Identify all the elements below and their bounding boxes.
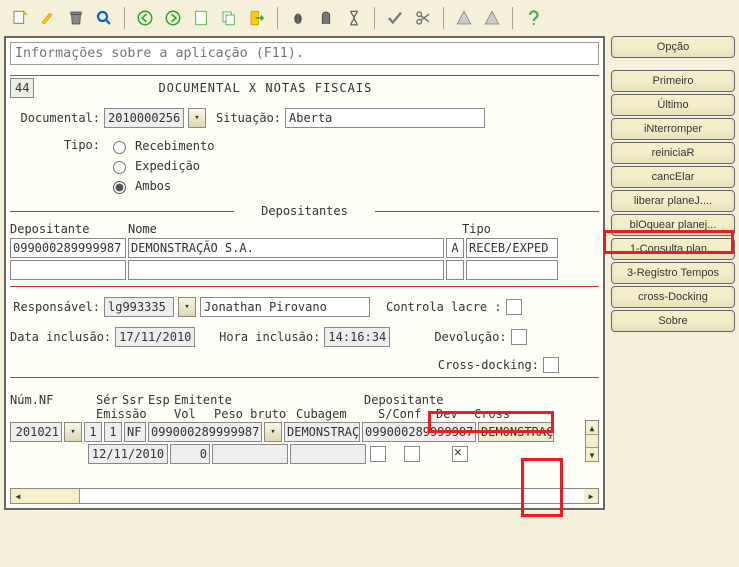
nf-esp[interactable]: NF [124, 422, 146, 442]
nf-dep-nm[interactable]: DEMONSTRAÇ [478, 422, 554, 442]
edit-icon[interactable] [36, 6, 60, 30]
dep-tipo-desc[interactable]: RECEB/EXPED [466, 238, 558, 258]
devolucao-label: Devolução: [434, 330, 506, 344]
situacao-label: Situação: [216, 111, 281, 125]
side-btn-10[interactable]: Sobre [611, 310, 735, 332]
nf-vscroll[interactable]: ▴ ▾ [585, 420, 599, 462]
warn-icon[interactable] [452, 6, 476, 30]
dep-nome[interactable]: DEMONSTRAÇÃO S.A. [128, 238, 444, 258]
documental-label: Documental: [10, 111, 100, 125]
controla-lacre-label: Controla lacre : [386, 300, 502, 314]
nf-num[interactable]: 201021 [10, 422, 62, 442]
bug-icon[interactable] [286, 6, 310, 30]
prev-icon[interactable] [133, 6, 157, 30]
dep-tipo[interactable]: A [446, 238, 464, 258]
documental-picker[interactable]: ▾ [188, 108, 206, 128]
side-menu: Opção PrimeiroÚltimoiNterromperreiniciaR… [611, 36, 735, 332]
side-btn-7[interactable]: 1-Consulta plan... [611, 238, 735, 260]
cross-docking-label: Cross-docking: [438, 358, 539, 372]
info-bar[interactable] [10, 42, 599, 65]
controla-lacre-check[interactable] [506, 299, 522, 315]
main-hscroll[interactable]: ◂ ▸ [10, 488, 599, 504]
scissors-icon[interactable] [411, 6, 435, 30]
help-icon[interactable] [521, 6, 545, 30]
side-btn-8[interactable]: 3-Registro Tempos [611, 262, 735, 284]
timer-icon[interactable] [342, 6, 366, 30]
dep-col-nome: Nome [128, 222, 398, 236]
dep-col-tipo: Tipo [462, 222, 502, 236]
nf-peso[interactable] [212, 444, 288, 464]
responsavel-nome: Jonathan Pirovano [200, 297, 370, 317]
nf-emis[interactable]: 12/11/2010 [88, 444, 168, 464]
search-icon[interactable] [92, 6, 116, 30]
data-inclusao-label: Data inclusão: [10, 330, 111, 344]
dep-cod[interactable]: 099000289999987 [10, 238, 126, 258]
check-icon[interactable] [383, 6, 407, 30]
nf-sconf-check[interactable] [370, 446, 386, 462]
dep-nome-empty[interactable] [128, 260, 444, 280]
warn2-icon[interactable] [480, 6, 504, 30]
nf-vol[interactable]: 0 [170, 444, 210, 464]
nf-emit-nm[interactable]: DEMONSTRAÇ [284, 422, 360, 442]
tipo-label: Tipo: [10, 138, 100, 152]
nf-dep[interactable]: 099000289999987 [362, 422, 476, 442]
info-icon[interactable] [314, 6, 338, 30]
responsavel-label: Responsável: [10, 300, 100, 314]
depositantes-table: Depositante Nome Tipo 099000289999987 DE… [10, 222, 599, 280]
dep-cod-empty[interactable] [10, 260, 126, 280]
side-btn-3[interactable]: reiniciaR [611, 142, 735, 164]
page-title: DOCUMENTAL X NOTAS FISCAIS [158, 81, 372, 95]
side-btn-1[interactable]: Último [611, 94, 735, 116]
nf-cub[interactable] [290, 444, 366, 464]
side-btn-2[interactable]: iNterromper [611, 118, 735, 140]
delete-icon[interactable] [64, 6, 88, 30]
nf-num-picker[interactable]: ▾ [64, 422, 82, 442]
new-icon[interactable] [8, 6, 32, 30]
side-btn-5[interactable]: liberar planeJ.... [611, 190, 735, 212]
nf-ssr[interactable]: 1 [104, 422, 122, 442]
side-btn-9[interactable]: cross-Docking [611, 286, 735, 308]
nf-dev-check[interactable] [404, 446, 420, 462]
doc-icon[interactable] [189, 6, 213, 30]
nf-cross-check[interactable] [452, 446, 468, 462]
page-number: 44 [10, 78, 34, 98]
nf-ser[interactable]: 1 [84, 422, 102, 442]
copy-icon[interactable] [217, 6, 241, 30]
devolucao-check[interactable] [511, 329, 527, 345]
side-btn-4[interactable]: cancElar [611, 166, 735, 188]
tipo-radio-exped[interactable]: Expedição [108, 158, 214, 174]
dep-col-cod: Depositante [10, 222, 126, 236]
exit-icon[interactable] [245, 6, 269, 30]
tipo-radio-ambos[interactable]: Ambos [108, 178, 214, 194]
cross-docking-check[interactable] [543, 357, 559, 373]
next-icon[interactable] [161, 6, 185, 30]
nf-emit-picker[interactable]: ▾ [264, 422, 282, 442]
side-btn-0[interactable]: Primeiro [611, 70, 735, 92]
documental-field: 2010000256 [104, 108, 184, 128]
toolbar [0, 0, 739, 36]
hora-inclusao: 14:16:34 [324, 327, 390, 347]
situacao-field[interactable]: Aberta [285, 108, 485, 128]
tipo-radio-receb[interactable]: Recebimento [108, 138, 214, 154]
nf-emit[interactable]: 099000289999987 [148, 422, 262, 442]
depositantes-section: Depositantes [10, 204, 599, 218]
responsavel-picker[interactable]: ▾ [178, 297, 196, 317]
side-title: Opção [611, 36, 735, 58]
data-inclusao: 17/11/2010 [115, 327, 195, 347]
side-btn-6[interactable]: blOquear planej... [611, 214, 735, 236]
responsavel-cod: lg993335 [104, 297, 174, 317]
hora-inclusao-label: Hora inclusão: [219, 330, 320, 344]
